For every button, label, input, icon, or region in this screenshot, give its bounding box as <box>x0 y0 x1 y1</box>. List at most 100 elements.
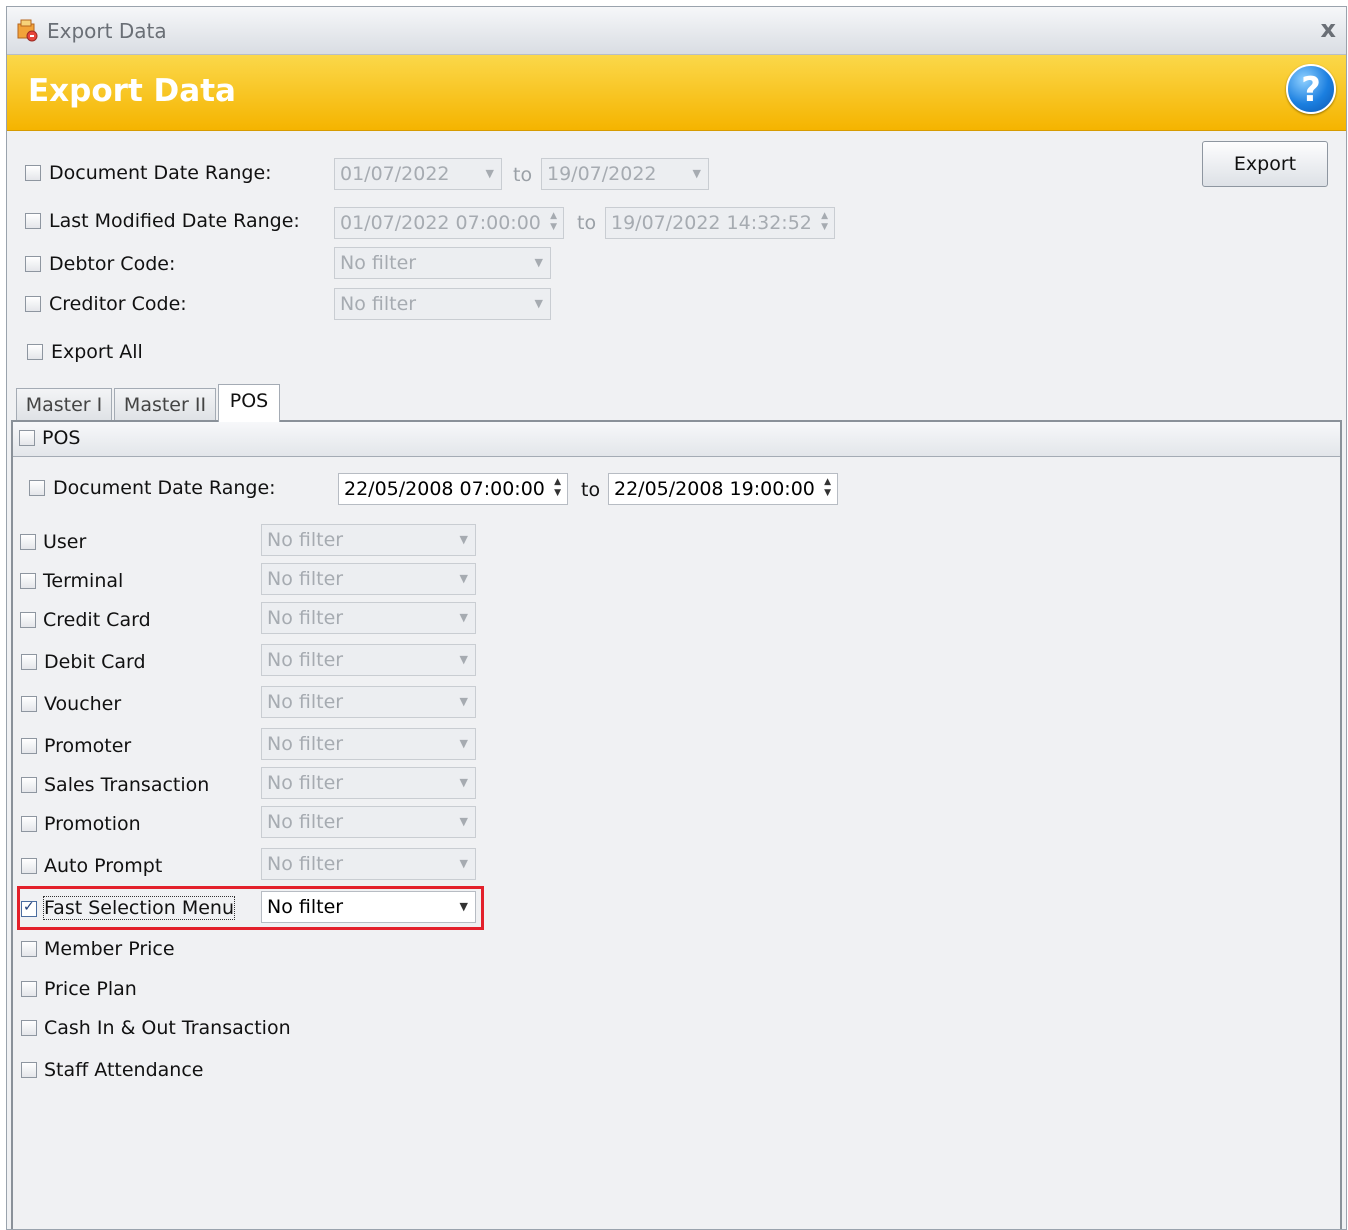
terminal-value: No filter <box>267 568 344 590</box>
pos-group-checkbox[interactable] <box>19 430 35 446</box>
to-label: to <box>581 479 601 501</box>
tab-master-i[interactable]: Master I <box>16 388 112 420</box>
document-date-from-picker[interactable]: 01/07/2022 ▼ <box>334 158 502 190</box>
pos-document-date-from-input[interactable]: 22/05/2008 07:00:00 ▲ ▼ <box>338 473 568 505</box>
sales-transaction-select[interactable]: No filter ▼ <box>261 767 476 799</box>
document-date-to-picker[interactable]: 19/07/2022 ▼ <box>541 158 709 190</box>
help-icon[interactable]: ? <box>1286 64 1336 114</box>
pos-document-date-range-checkbox[interactable] <box>29 480 45 496</box>
voucher-checkbox[interactable] <box>21 696 37 712</box>
last-modified-to-input[interactable]: 19/07/2022 14:32:52 ▲ ▼ <box>605 207 835 239</box>
chevron-down-icon: ▼ <box>459 695 468 708</box>
chevron-down-icon: ▼ <box>459 815 468 828</box>
pos-document-date-range-label: Document Date Range: <box>53 477 276 499</box>
price-plan-label: Price Plan <box>44 978 137 1000</box>
pos-group-header: POS <box>13 422 1340 457</box>
last-modified-from-input[interactable]: 01/07/2022 07:00:00 ▲ ▼ <box>334 207 564 239</box>
title-bar: Export Data x <box>7 7 1346 55</box>
auto-prompt-label: Auto Prompt <box>44 855 163 877</box>
header-banner: Export Data ? <box>7 55 1346 131</box>
promoter-value: No filter <box>267 733 344 755</box>
promoter-select[interactable]: No filter ▼ <box>261 728 476 760</box>
chevron-down-icon: ▼ <box>459 653 468 666</box>
export-button[interactable]: Export <box>1202 141 1328 187</box>
voucher-select[interactable]: No filter ▼ <box>261 686 476 718</box>
sales-transaction-checkbox[interactable] <box>21 777 37 793</box>
document-date-range-checkbox[interactable] <box>25 165 41 181</box>
chevron-down-icon: ▼ <box>692 167 701 180</box>
creditor-code-label: Creditor Code: <box>49 293 187 315</box>
creditor-code-checkbox[interactable] <box>25 296 41 312</box>
credit-card-select[interactable]: No filter ▼ <box>261 602 476 634</box>
sales-transaction-value: No filter <box>267 772 344 794</box>
export-all-label: Export All <box>51 341 143 363</box>
close-icon[interactable]: x <box>1321 15 1336 43</box>
tab-pos[interactable]: POS <box>218 384 280 422</box>
cash-in-out-transaction-label: Cash In & Out Transaction <box>44 1017 291 1039</box>
chevron-down-icon: ▼ <box>485 167 494 180</box>
pos-document-date-to-value: 22/05/2008 19:00:00 <box>614 478 815 500</box>
price-plan-checkbox[interactable] <box>21 981 37 997</box>
debit-card-value: No filter <box>267 649 344 671</box>
banner-title: Export Data <box>28 73 236 109</box>
creditor-code-select[interactable]: No filter ▼ <box>334 288 551 320</box>
user-checkbox[interactable] <box>20 534 36 550</box>
document-date-from-value: 01/07/2022 <box>340 163 450 185</box>
promoter-label: Promoter <box>44 735 132 757</box>
voucher-label: Voucher <box>44 693 122 715</box>
last-modified-date-range-label: Last Modified Date Range: <box>49 210 300 232</box>
member-price-label: Member Price <box>44 938 175 960</box>
last-modified-to-value: 19/07/2022 14:32:52 <box>611 212 812 234</box>
promoter-checkbox[interactable] <box>21 738 37 754</box>
window-title: Export Data <box>47 19 167 43</box>
to-label: to <box>577 212 597 234</box>
pos-document-date-to-input[interactable]: 22/05/2008 19:00:00 ▲ ▼ <box>608 473 838 505</box>
pos-group-label: POS <box>42 427 81 449</box>
debtor-code-label: Debtor Code: <box>49 253 176 275</box>
terminal-label: Terminal <box>43 570 124 592</box>
debtor-code-select[interactable]: No filter ▼ <box>334 247 551 279</box>
document-date-to-value: 19/07/2022 <box>547 163 657 185</box>
debit-card-checkbox[interactable] <box>21 654 37 670</box>
terminal-select[interactable]: No filter ▼ <box>261 563 476 595</box>
member-price-checkbox[interactable] <box>21 941 37 957</box>
staff-attendance-checkbox[interactable] <box>21 1062 37 1078</box>
chevron-down-icon: ▼ <box>459 611 468 624</box>
terminal-checkbox[interactable] <box>20 573 36 589</box>
app-icon <box>17 19 38 42</box>
chevron-down-icon: ▼ <box>459 857 468 870</box>
chevron-down-icon: ▼ <box>534 256 543 269</box>
cash-in-out-transaction-checkbox[interactable] <box>21 1020 37 1036</box>
debtor-code-checkbox[interactable] <box>25 256 41 272</box>
chevron-down-icon: ▼ <box>459 737 468 750</box>
user-value: No filter <box>267 529 344 551</box>
chevron-down-icon: ▼ <box>459 572 468 585</box>
promotion-select[interactable]: No filter ▼ <box>261 806 476 838</box>
credit-card-checkbox[interactable] <box>20 612 36 628</box>
credit-card-label: Credit Card <box>43 609 151 631</box>
credit-card-value: No filter <box>267 607 344 629</box>
spinner-icon[interactable]: ▲ ▼ <box>824 477 831 499</box>
debtor-code-value: No filter <box>340 252 417 274</box>
auto-prompt-checkbox[interactable] <box>21 858 37 874</box>
auto-prompt-value: No filter <box>267 853 344 875</box>
highlight-box <box>17 886 484 930</box>
spinner-icon[interactable]: ▲ ▼ <box>821 211 828 233</box>
auto-prompt-select[interactable]: No filter ▼ <box>261 848 476 880</box>
debit-card-label: Debit Card <box>44 651 146 673</box>
pos-document-date-from-value: 22/05/2008 07:00:00 <box>344 478 545 500</box>
last-modified-date-range-checkbox[interactable] <box>25 213 41 229</box>
user-select[interactable]: No filter ▼ <box>261 524 476 556</box>
staff-attendance-label: Staff Attendance <box>44 1059 204 1081</box>
promotion-value: No filter <box>267 811 344 833</box>
promotion-checkbox[interactable] <box>21 816 37 832</box>
chevron-down-icon: ▼ <box>459 533 468 546</box>
export-all-checkbox[interactable] <box>27 344 43 360</box>
spinner-icon[interactable]: ▲ ▼ <box>554 477 561 499</box>
sales-transaction-label: Sales Transaction <box>44 774 210 796</box>
debit-card-select[interactable]: No filter ▼ <box>261 644 476 676</box>
pos-tab-panel: POS <box>11 420 1342 1229</box>
spinner-icon[interactable]: ▲ ▼ <box>550 211 557 233</box>
promotion-label: Promotion <box>44 813 141 835</box>
tab-master-ii[interactable]: Master II <box>114 388 216 420</box>
